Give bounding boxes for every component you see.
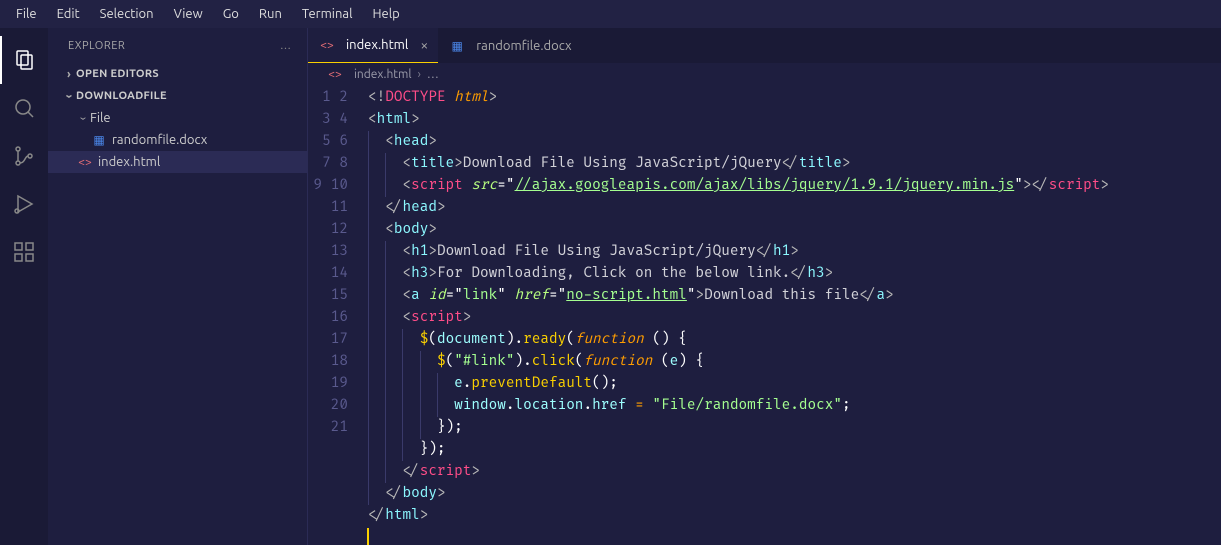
breadcrumb-sep-icon: › <box>418 68 421 81</box>
tab-label: randomfile.docx <box>476 39 571 53</box>
open-editors-label: OPEN EDITORS <box>76 68 159 80</box>
folder-file[interactable]: › File <box>48 107 307 129</box>
menu-help[interactable]: Help <box>362 3 409 25</box>
tab-randomfile-docx[interactable]: ▦ randomfile.docx <box>438 28 581 63</box>
chevron-down-icon: › <box>77 111 90 125</box>
explorer-icon[interactable] <box>0 36 48 84</box>
menubar: File Edit Selection View Go Run Terminal… <box>0 0 1221 28</box>
menu-view[interactable]: View <box>164 3 213 25</box>
file-index-html[interactable]: <> index.html <box>48 151 307 173</box>
tab-index-html[interactable]: <> index.html × <box>308 28 438 63</box>
menu-go[interactable]: Go <box>213 3 249 25</box>
menu-edit[interactable]: Edit <box>47 3 90 25</box>
source-control-icon[interactable] <box>0 132 48 180</box>
chevron-right-icon: › <box>62 68 76 81</box>
file-tree: › OPEN EDITORS › DOWNLOADFILE › File ▦ r… <box>48 63 307 173</box>
html-icon: <> <box>318 39 336 52</box>
file-label: randomfile.docx <box>112 133 207 147</box>
workspace-label: DOWNLOADFILE <box>76 90 167 102</box>
editor-area: <> index.html × ▦ randomfile.docx <> ind… <box>308 28 1221 545</box>
tab-bar: <> index.html × ▦ randomfile.docx <box>308 28 1221 63</box>
tab-label: index.html <box>346 38 408 52</box>
menu-run[interactable]: Run <box>249 3 292 25</box>
close-icon[interactable]: × <box>420 37 428 53</box>
open-editors-section[interactable]: › OPEN EDITORS <box>48 63 307 85</box>
more-icon[interactable]: … <box>280 40 293 52</box>
line-number-gutter: 1 2 3 4 5 6 7 8 9 10 11 12 13 14 15 16 1… <box>308 87 368 545</box>
breadcrumb-file: index.html <box>354 68 412 81</box>
chevron-down-icon: › <box>63 89 76 103</box>
workspace-section[interactable]: › DOWNLOADFILE <box>48 85 307 107</box>
debug-icon[interactable] <box>0 180 48 228</box>
extensions-icon[interactable] <box>0 228 48 276</box>
sidebar-title: EXPLORER <box>68 40 125 52</box>
cursor <box>367 528 369 545</box>
html-icon: <> <box>76 156 94 169</box>
activity-bar <box>0 28 48 545</box>
search-icon[interactable] <box>0 84 48 132</box>
sidebar: EXPLORER … › OPEN EDITORS › DOWNLOADFILE… <box>48 28 308 545</box>
docx-icon: ▦ <box>448 39 466 53</box>
docx-icon: ▦ <box>90 133 108 147</box>
code-content[interactable]: <!DOCTYPE html><html> <head> <title>Down… <box>368 87 1221 545</box>
html-icon: <> <box>326 68 344 81</box>
file-label: index.html <box>98 155 160 169</box>
editor[interactable]: 1 2 3 4 5 6 7 8 9 10 11 12 13 14 15 16 1… <box>308 85 1221 545</box>
menu-terminal[interactable]: Terminal <box>292 3 363 25</box>
breadcrumb-rest: … <box>427 68 439 81</box>
file-randomfile-docx[interactable]: ▦ randomfile.docx <box>48 129 307 151</box>
sidebar-header: EXPLORER … <box>48 28 307 63</box>
menu-selection[interactable]: Selection <box>90 3 164 25</box>
breadcrumb[interactable]: <> index.html › … <box>308 63 1221 85</box>
menu-file[interactable]: File <box>6 3 47 25</box>
folder-label: File <box>90 111 111 125</box>
